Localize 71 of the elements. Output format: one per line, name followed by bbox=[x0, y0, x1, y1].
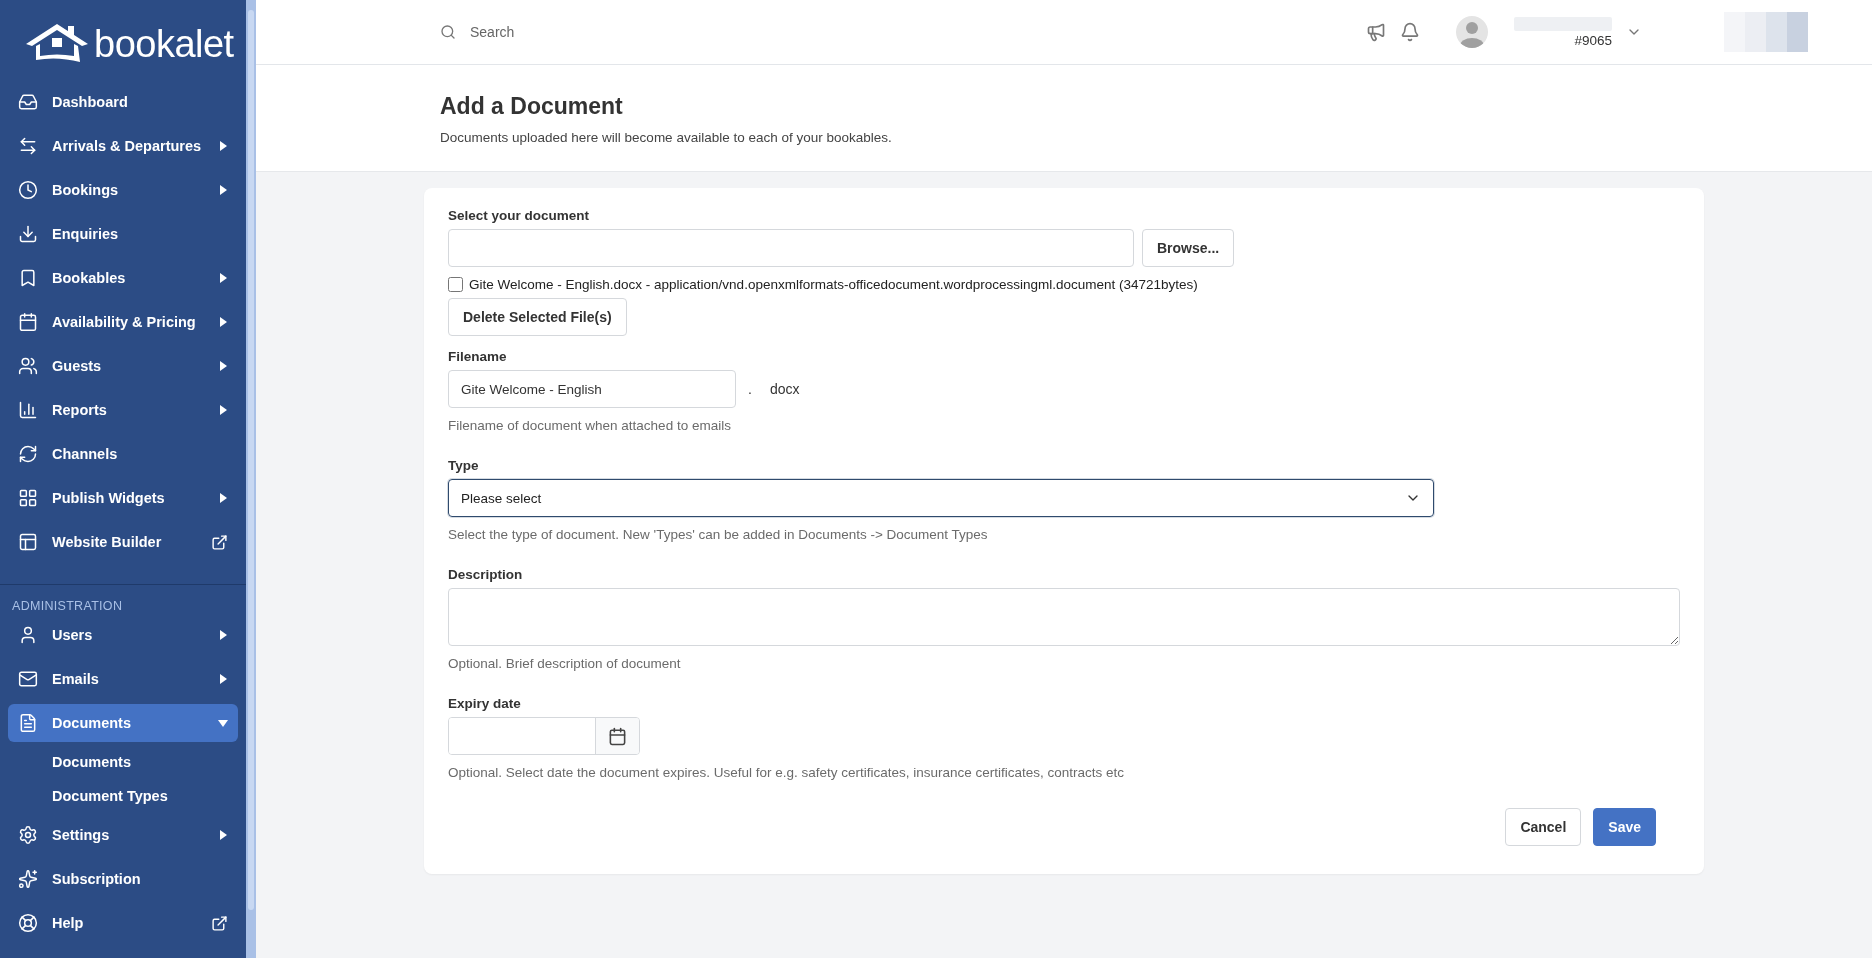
sidebar-item[interactable]: Documents bbox=[8, 704, 238, 742]
page-subtitle: Documents uploaded here will become available to each of your bookables. bbox=[440, 130, 893, 145]
sidebar-item[interactable]: Arrivals & Departures bbox=[8, 127, 238, 165]
page-title: Add a Document bbox=[440, 93, 624, 120]
field-label: Type bbox=[448, 458, 480, 473]
type-select[interactable]: Please select bbox=[448, 479, 1434, 517]
mail-icon bbox=[18, 669, 38, 689]
external-link-icon bbox=[211, 914, 228, 932]
sidebar-item[interactable]: Settings bbox=[8, 816, 238, 854]
file-extension: docx bbox=[769, 381, 800, 397]
calendar-button[interactable] bbox=[596, 718, 639, 754]
calendar-icon bbox=[18, 312, 38, 332]
download-icon bbox=[18, 224, 38, 244]
grid-icon bbox=[18, 488, 38, 508]
file-input[interactable] bbox=[448, 229, 1134, 267]
avatar[interactable] bbox=[1456, 16, 1488, 48]
external-link-icon bbox=[211, 533, 228, 551]
lifebuoy-icon bbox=[18, 913, 38, 933]
browse-button[interactable]: Browse... bbox=[1142, 229, 1235, 267]
sidebar-item[interactable]: Website Builder bbox=[8, 523, 238, 561]
field-hint: Optional. Brief description of document bbox=[448, 656, 682, 671]
sidebar-item[interactable]: Publish Widgets bbox=[8, 479, 238, 517]
sidebar-item[interactable]: Reports bbox=[8, 391, 238, 429]
field-hint: Optional. Select date the document expires. Useful for e.g. safety certificates, insurance certificates, contracts etc bbox=[448, 765, 1126, 780]
calendar-icon bbox=[608, 726, 627, 746]
delete-files-button[interactable]: Delete Selected File(s) bbox=[448, 298, 627, 336]
section-heading: ADMINISTRATION bbox=[11, 599, 124, 613]
logo-text: bookalet bbox=[94, 22, 234, 66]
sidebar-item[interactable]: Channels bbox=[8, 435, 238, 473]
field-label: Expiry date bbox=[448, 696, 522, 711]
save-button[interactable]: Save bbox=[1593, 808, 1656, 846]
sidebar-item[interactable]: Bookables bbox=[8, 259, 238, 297]
sidebar-item[interactable]: Enquiries bbox=[8, 215, 238, 253]
bookmark-icon bbox=[18, 268, 38, 288]
sidebar-item[interactable]: Availability & Pricing bbox=[8, 303, 238, 341]
filename-input[interactable]: Gite Welcome - English bbox=[448, 370, 736, 408]
arrows-icon bbox=[18, 136, 38, 156]
clock-icon bbox=[18, 180, 38, 200]
field-hint: Select the type of document. New 'Types' can be added in Documents -> Document Types bbox=[448, 527, 989, 542]
people-icon bbox=[18, 356, 38, 376]
inbox-icon bbox=[18, 92, 38, 112]
field-label: Description bbox=[448, 567, 524, 582]
notification-icon[interactable] bbox=[1400, 22, 1420, 42]
file-info: Gite Welcome - English.docx - application/vnd.openxmlformats-officedocument.wordprocessingml.document (34721bytes) bbox=[469, 277, 1198, 292]
refresh-icon bbox=[18, 444, 38, 464]
sidebar-item[interactable]: Users bbox=[8, 616, 238, 654]
sidebar-item[interactable]: Help bbox=[8, 904, 238, 942]
bar-chart-icon bbox=[18, 400, 38, 420]
sidebar-subitem[interactable]: Document Types bbox=[0, 779, 246, 813]
date-field[interactable] bbox=[448, 717, 640, 755]
megaphone-icon[interactable] bbox=[1366, 22, 1386, 42]
document-icon bbox=[18, 713, 38, 733]
sidebar-item[interactable]: Subscription bbox=[8, 860, 238, 898]
field-label: Select your document bbox=[448, 208, 591, 223]
user-icon bbox=[18, 625, 38, 645]
scrollbar[interactable] bbox=[246, 0, 256, 958]
file-checkbox[interactable] bbox=[448, 277, 463, 292]
settings-icon bbox=[18, 825, 38, 845]
sparkles-icon bbox=[18, 869, 38, 889]
sidebar-item[interactable]: Guests bbox=[8, 347, 238, 385]
sidebar-subitem[interactable]: Documents bbox=[0, 745, 246, 779]
sidebar-item[interactable]: Dashboard bbox=[8, 83, 238, 121]
sidebar-item[interactable]: Emails bbox=[8, 660, 238, 698]
field-hint: Filename of document when attached to emails bbox=[448, 418, 732, 433]
layout-icon bbox=[18, 532, 38, 552]
cancel-button[interactable]: Cancel bbox=[1505, 808, 1582, 846]
extension-separator: . bbox=[748, 381, 752, 397]
field-label: Filename bbox=[448, 349, 508, 364]
account-number: #9065 bbox=[1574, 32, 1612, 48]
search-icon bbox=[440, 24, 456, 40]
sidebar-item[interactable]: Bookings bbox=[8, 171, 238, 209]
